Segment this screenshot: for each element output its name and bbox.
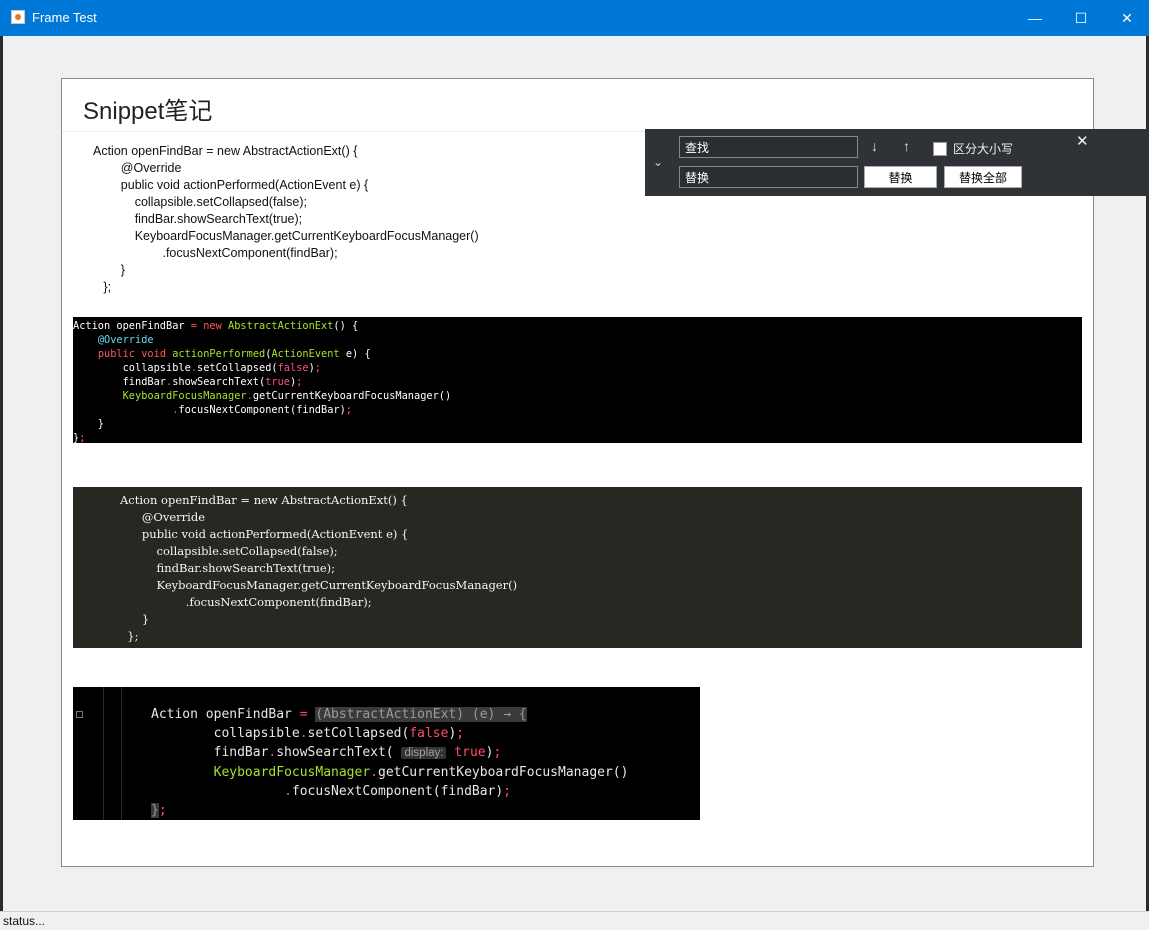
code-line: KeyboardFocusManager.getCurrentKeyboardF…	[134, 229, 479, 243]
indent-guide	[103, 687, 104, 820]
maximize-icon: ☐	[1074, 9, 1088, 26]
replace-input[interactable]	[679, 166, 858, 188]
match-case-checkbox[interactable]: 区分大小写	[933, 140, 1013, 157]
code-line: }	[120, 263, 125, 277]
checkbox-icon	[933, 141, 947, 156]
match-case-label: 区分大小写	[953, 142, 1014, 156]
java-app-icon	[11, 10, 25, 24]
snippet-editor[interactable]: Snippet笔记 Action openFindBar = new Abstr…	[61, 78, 1094, 867]
code-snippet-black[interactable]: Action openFindBar = new AbstractActionE…	[73, 317, 1082, 444]
close-find-bar-icon[interactable]: ✕	[1076, 132, 1089, 150]
find-next-button[interactable]: ↓	[871, 138, 878, 154]
code-snippet-plain[interactable]: Action openFindBar = new AbstractActionE…	[93, 143, 479, 296]
code-line: collapsible.setCollapsed(false);	[134, 195, 307, 209]
close-icon: ✕	[1121, 9, 1133, 26]
window-border-left	[0, 36, 3, 929]
close-button[interactable]: ✕	[1104, 0, 1149, 36]
find-previous-button[interactable]: ↑	[903, 138, 910, 154]
find-input[interactable]	[679, 136, 858, 158]
parameter-hint: display:	[401, 747, 447, 759]
code-line: findBar.showSearchText(true);	[134, 212, 303, 226]
code-snippet-monokai[interactable]: Action openFindBar = new AbstractActionE…	[73, 487, 1082, 648]
page-title: Snippet笔记	[83, 98, 213, 125]
status-text: status...	[3, 914, 46, 928]
chevron-down-icon[interactable]: ⌄	[653, 155, 663, 169]
code-snippet-ide[interactable]: Action openFindBar = (AbstractActionExt)…	[73, 687, 700, 820]
code-line: @Override	[120, 161, 182, 175]
code-line: };	[103, 280, 112, 294]
title-bar[interactable]: Frame Test — ☐ ✕	[0, 0, 1149, 36]
minimize-button[interactable]: —	[1012, 0, 1058, 36]
indent-guide	[121, 687, 122, 820]
fold-icon[interactable]	[76, 711, 83, 718]
code-line: public void actionPerformed(ActionEvent …	[120, 178, 369, 192]
replace-button[interactable]: 替换	[864, 166, 937, 188]
window-title: Frame Test	[32, 10, 97, 25]
status-bar: status...	[0, 911, 1149, 929]
replace-all-button[interactable]: 替换全部	[944, 166, 1022, 188]
minimize-icon: —	[1028, 10, 1042, 26]
code-line: .focusNextComponent(findBar);	[162, 246, 338, 260]
code-line: Action openFindBar = new AbstractActionE…	[93, 144, 358, 158]
maximize-button[interactable]: ☐	[1058, 0, 1104, 36]
find-replace-bar: ⌄ ↓ ↑ 区分大小写 替换 替换全部 ✕	[645, 129, 1149, 196]
